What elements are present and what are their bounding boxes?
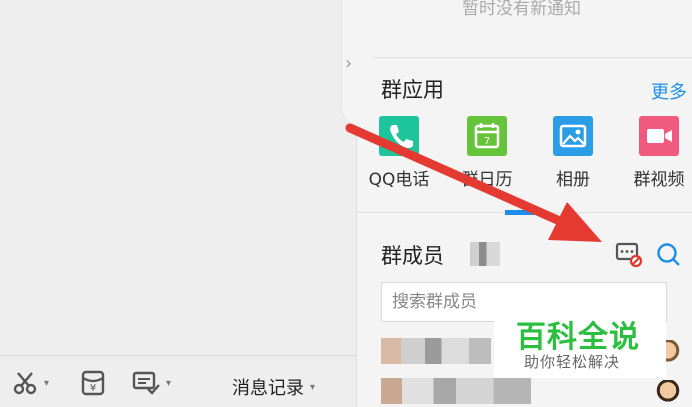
member-message-settings-button[interactable] bbox=[615, 242, 643, 272]
chat-input-divider bbox=[0, 355, 356, 356]
divider bbox=[357, 57, 692, 58]
album-icon bbox=[553, 116, 593, 156]
app-label: 群视频 bbox=[633, 170, 685, 190]
panel-collapse-handle[interactable]: › bbox=[341, 0, 372, 125]
chevron-right-icon: › bbox=[345, 53, 353, 74]
video-icon bbox=[639, 116, 679, 156]
watermark-logo: 百科全说 助你轻松解决 bbox=[494, 298, 666, 378]
notice-empty-text: 暂时没有新通知 bbox=[462, 0, 581, 19]
app-qq-call[interactable]: QQ电话 bbox=[363, 116, 435, 190]
member-search-placeholder: 搜索群成员 bbox=[392, 292, 477, 312]
member-search-button[interactable] bbox=[656, 242, 682, 272]
app-label: 群日历 bbox=[461, 170, 513, 190]
message-block-icon bbox=[615, 242, 643, 268]
active-tab-indicator bbox=[505, 210, 541, 215]
chat-toolbar: ▾ ¥ ▾ 消息记录 ▾ bbox=[0, 358, 356, 407]
chat-area[interactable] bbox=[0, 0, 356, 407]
message-history-label: 消息记录 bbox=[232, 378, 304, 399]
member-item-blurred[interactable] bbox=[381, 338, 491, 364]
svg-text:¥: ¥ bbox=[90, 383, 96, 394]
group-apps-title: 群应用 bbox=[381, 78, 444, 102]
app-label: 相册 bbox=[556, 170, 590, 190]
more-apps-link[interactable]: 更多 bbox=[651, 78, 687, 104]
screenshot-button[interactable]: ▾ bbox=[12, 368, 49, 398]
message-history-button[interactable]: 消息记录 ▾ bbox=[232, 374, 315, 400]
red-packet-icon: ¥ bbox=[81, 370, 105, 396]
chevron-down-icon: ▾ bbox=[166, 377, 172, 389]
group-members-title: 群成员 bbox=[381, 244, 444, 268]
avatar[interactable] bbox=[655, 380, 681, 406]
scissors-icon bbox=[13, 372, 37, 395]
message-settings-button[interactable]: ▾ bbox=[132, 368, 171, 398]
member-count-blurred bbox=[470, 242, 500, 266]
svg-text:7: 7 bbox=[484, 136, 490, 147]
chevron-down-icon: ▾ bbox=[310, 381, 316, 393]
search-icon bbox=[657, 243, 680, 266]
watermark-main-text: 百科全说 bbox=[516, 320, 640, 355]
message-check-icon bbox=[132, 371, 160, 395]
app-album[interactable]: 相册 bbox=[537, 116, 609, 190]
calendar-icon: 7 bbox=[467, 116, 507, 156]
phone-icon bbox=[379, 116, 419, 156]
chevron-down-icon: ▾ bbox=[44, 377, 50, 389]
app-group-calendar[interactable]: 7 群日历 bbox=[451, 116, 523, 190]
app-group-video[interactable]: 群视频 bbox=[623, 116, 692, 190]
watermark-sub-text: 助你轻松解决 bbox=[524, 353, 621, 371]
member-item-blurred[interactable] bbox=[381, 378, 531, 404]
red-packet-button[interactable]: ¥ bbox=[80, 368, 106, 398]
app-label: QQ电话 bbox=[368, 170, 430, 190]
